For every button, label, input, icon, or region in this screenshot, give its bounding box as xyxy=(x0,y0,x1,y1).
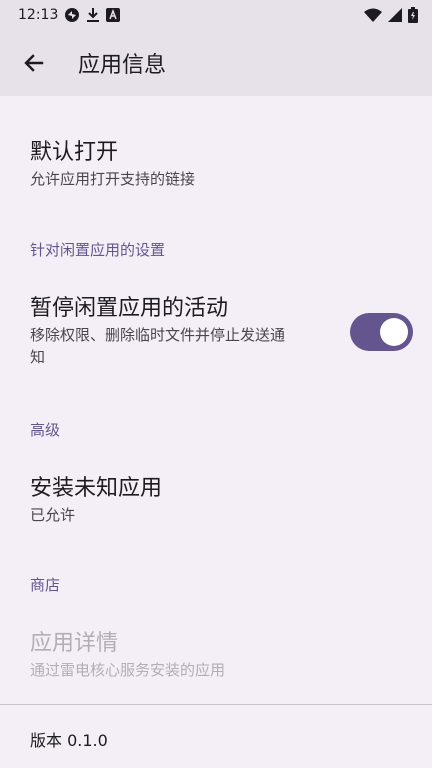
app-details-item: 应用详情 通过雷电核心服务安装的应用 xyxy=(30,629,225,681)
toggle-thumb xyxy=(380,318,408,346)
sync-icon xyxy=(64,7,80,23)
install-unknown-apps-item[interactable]: 安装未知应用 已允许 xyxy=(30,474,162,526)
battery-icon xyxy=(408,7,418,23)
divider xyxy=(0,704,432,705)
store-section-header: 商店 xyxy=(30,576,61,594)
pause-activity-subtitle-line1: 移除权限、删除临时文件并停止发送通 xyxy=(30,326,286,344)
status-time: 12:13 xyxy=(18,7,59,23)
app-details-subtitle: 通过雷电核心服务安装的应用 xyxy=(30,661,226,679)
unused-apps-section-header: 针对闲置应用的设置 xyxy=(30,241,166,259)
status-bar: 12:13 xyxy=(0,0,432,30)
default-open-title: 默认打开 xyxy=(30,140,119,165)
back-button[interactable] xyxy=(10,39,58,87)
arrow-back-icon xyxy=(24,54,44,72)
install-unknown-title: 安装未知应用 xyxy=(30,476,163,501)
advanced-section-header: 高级 xyxy=(30,421,61,439)
pause-activity-toggle[interactable] xyxy=(350,313,413,351)
default-open-item[interactable]: 默认打开 允许应用打开支持的链接 xyxy=(30,138,195,190)
signal-icon xyxy=(388,8,402,22)
version-label: 版本 0.1.0 xyxy=(30,731,108,750)
wifi-icon xyxy=(364,8,382,22)
pause-activity-subtitle-line2: 知 xyxy=(30,348,46,366)
pause-activity-title: 暂停闲置应用的活动 xyxy=(30,296,229,321)
app-bar: 应用信息 xyxy=(0,30,432,96)
pause-activity-item[interactable]: 暂停闲置应用的活动 移除权限、删除临时文件并停止发送通 知 xyxy=(30,294,330,368)
app-details-title: 应用详情 xyxy=(30,631,119,656)
a-badge-icon xyxy=(106,8,121,22)
page-title: 应用信息 xyxy=(78,53,167,78)
install-unknown-subtitle: 已允许 xyxy=(30,506,76,524)
download-icon xyxy=(86,7,100,23)
default-open-subtitle: 允许应用打开支持的链接 xyxy=(30,170,196,188)
